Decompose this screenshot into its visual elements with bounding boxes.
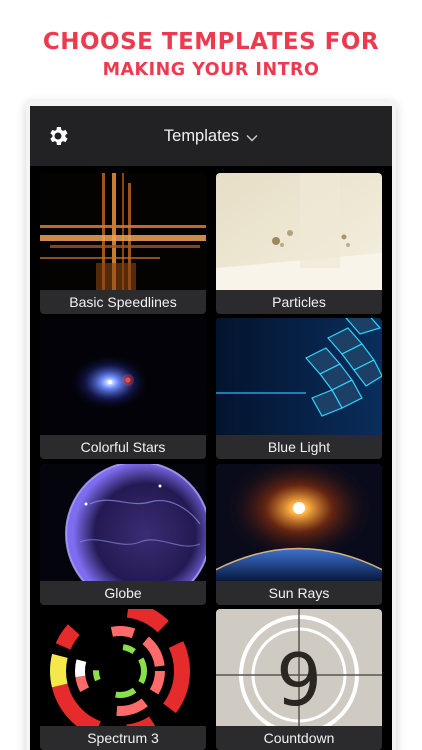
- template-label: Sun Rays: [216, 581, 382, 605]
- template-label: Countdown: [216, 726, 382, 750]
- template-card-colorful-stars[interactable]: Colorful Stars: [40, 318, 206, 459]
- template-thumbnail: [40, 173, 206, 290]
- template-thumbnail: [40, 318, 206, 435]
- template-label: Globe: [40, 581, 206, 605]
- promo-headline: CHOOSE TEMPLATES FOR MAKING YOUR INTRO: [0, 28, 422, 81]
- headline-line-1: CHOOSE TEMPLATES FOR: [42, 29, 380, 55]
- template-card-basic-speedlines[interactable]: Basic Speedlines: [40, 173, 206, 314]
- template-card-globe[interactable]: Globe: [40, 464, 206, 605]
- template-label: Spectrum 3: [40, 726, 206, 750]
- navigation-bar: Templates: [30, 106, 392, 166]
- template-card-sun-rays[interactable]: Sun Rays: [216, 464, 382, 605]
- template-thumbnail: [216, 318, 382, 435]
- templates-dropdown[interactable]: Templates: [30, 106, 392, 166]
- template-card-particles[interactable]: Particles: [216, 173, 382, 314]
- template-card-countdown[interactable]: 9 Countdown: [216, 609, 382, 750]
- template-thumbnail: 9: [216, 609, 382, 726]
- template-label: Colorful Stars: [40, 435, 206, 459]
- countdown-digit: 9: [276, 638, 322, 722]
- headline-line-2: MAKING YOUR INTRO: [102, 60, 320, 80]
- template-card-spectrum-3[interactable]: Spectrum 3: [40, 609, 206, 750]
- template-label: Basic Speedlines: [40, 290, 206, 314]
- template-label: Blue Light: [216, 435, 382, 459]
- chevron-down-icon: [246, 135, 258, 142]
- template-thumbnail: [216, 464, 382, 581]
- template-thumbnail: [216, 173, 382, 290]
- phone-frame: Templates Basic Speedlines Particles Col…: [26, 101, 396, 750]
- template-card-blue-light[interactable]: Blue Light: [216, 318, 382, 459]
- template-thumbnail: [40, 464, 206, 581]
- template-label: Particles: [216, 290, 382, 314]
- nav-title-label: Templates: [163, 126, 240, 145]
- template-thumbnail: [40, 609, 206, 726]
- app-screen: Templates Basic Speedlines Particles Col…: [30, 106, 392, 750]
